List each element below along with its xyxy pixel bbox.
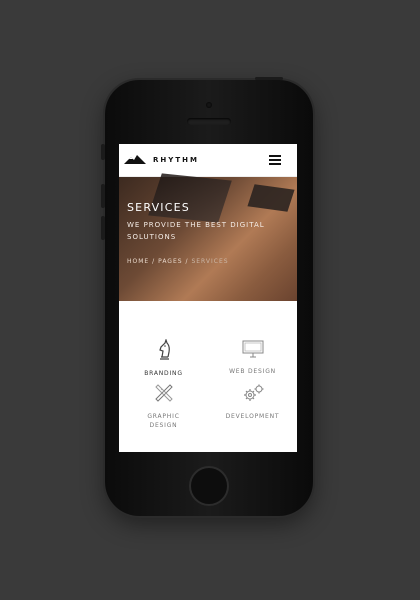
brand-name: RHYTHM: [153, 156, 199, 164]
hero-banner: SERVICES WE PROVIDE THE BEST DIGITAL SOL…: [119, 173, 297, 301]
pencil-ruler-icon: [154, 384, 173, 402]
breadcrumb-pages[interactable]: PAGES: [158, 258, 182, 265]
service-branding[interactable]: BRANDING: [119, 339, 208, 378]
breadcrumb: HOME / PAGES / SERVICES: [127, 258, 229, 265]
volume-down-button[interactable]: [101, 216, 105, 240]
hero-background-prop: [247, 184, 295, 212]
breadcrumb-home[interactable]: HOME: [127, 258, 149, 265]
page-title: SERVICES: [127, 201, 190, 214]
power-button[interactable]: [255, 77, 283, 80]
phone-screen: RHYTHM SERVICES WE PROVIDE THE BEST DIGI…: [119, 144, 297, 452]
top-nav: RHYTHM: [119, 144, 297, 177]
volume-up-button[interactable]: [101, 184, 105, 208]
service-branding-label: BRANDING: [144, 370, 183, 377]
chess-knight-icon: [158, 339, 170, 360]
home-button[interactable]: [189, 466, 229, 506]
breadcrumb-current: SERVICES: [191, 258, 229, 265]
hamburger-menu-icon: [269, 155, 281, 165]
breadcrumb-separator: /: [185, 258, 189, 265]
service-web-design-label: WEB DESIGN: [229, 368, 276, 375]
service-web-design[interactable]: WEB DESIGN: [208, 339, 297, 378]
service-development[interactable]: DEVELOPMENT: [208, 382, 297, 430]
page-subtitle: WE PROVIDE THE BEST DIGITAL SOLUTIONS: [127, 221, 265, 241]
monitor-icon: [242, 340, 263, 358]
earpiece-speaker: [187, 118, 231, 125]
service-graphic-design-label: GRAPHIC DESIGN: [147, 413, 180, 429]
mute-switch[interactable]: [101, 144, 105, 160]
service-graphic-design[interactable]: GRAPHIC DESIGN: [119, 382, 208, 430]
breadcrumb-separator: /: [152, 258, 156, 265]
brand-logo[interactable]: RHYTHM: [123, 154, 199, 166]
hero-background-image: [148, 173, 232, 223]
mountain-logo-icon: [124, 155, 146, 164]
service-development-label: DEVELOPMENT: [225, 413, 280, 420]
gears-icon: [243, 384, 263, 401]
front-camera: [206, 102, 212, 108]
services-grid: BRANDING WEB DESIGN GRAPHIC DESIGN DEVEL…: [119, 301, 297, 430]
menu-button[interactable]: [263, 150, 287, 170]
